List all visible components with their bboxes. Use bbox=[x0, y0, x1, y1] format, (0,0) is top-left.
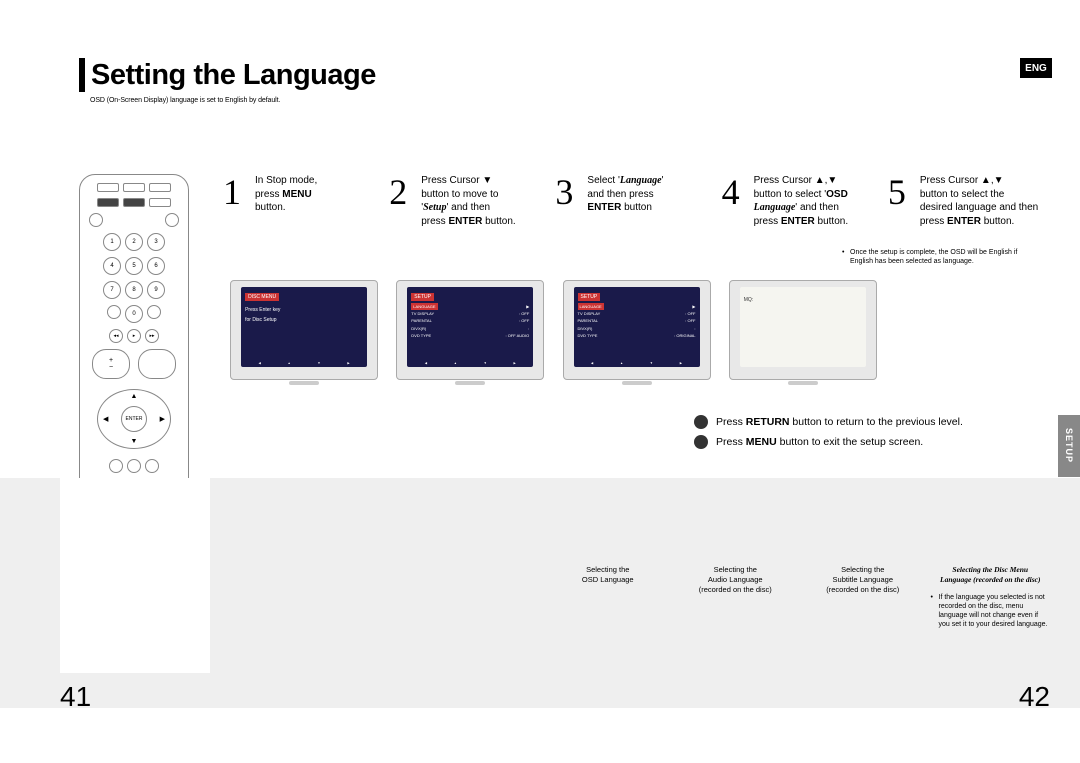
bullet-icon bbox=[694, 415, 708, 429]
subtitle: OSD (On-Screen Display) language is set … bbox=[90, 97, 280, 104]
remote-btn bbox=[107, 305, 121, 319]
footer-col-osd: Selecting theOSD Language bbox=[548, 565, 668, 629]
tuning-rocker bbox=[138, 349, 176, 379]
step-number: 3 bbox=[555, 174, 583, 234]
remote-mode-pill bbox=[97, 198, 119, 207]
footer-note: If the language you selected is not reco… bbox=[931, 593, 1051, 629]
down-arrow-icon: ▼ bbox=[131, 438, 138, 445]
remote-mode-pill bbox=[97, 183, 119, 192]
remote-mode-pill bbox=[149, 183, 171, 192]
remote-mode-pill bbox=[123, 183, 145, 192]
step-4: 4Press Cursor ▲,▼button to select 'OSDLa… bbox=[722, 174, 884, 380]
prev-icon: ◂◂ bbox=[109, 329, 123, 343]
footer-col-audio: Selecting theAudio Language(recorded on … bbox=[676, 565, 796, 629]
step-1: 1In Stop mode,press MENUbutton. DISC MENU… bbox=[223, 174, 385, 380]
step-text: Press Cursor ▲,▼button to select 'OSDLan… bbox=[754, 174, 849, 234]
remote-digit: 9 bbox=[147, 281, 165, 299]
hint-text: Press MENU button to exit the setup scre… bbox=[716, 436, 923, 448]
language-badge: ENG bbox=[1020, 58, 1052, 78]
play-icon: ▸ bbox=[127, 329, 141, 343]
title-block: Setting the Language bbox=[79, 58, 376, 92]
setup-side-tab: SETUP bbox=[1058, 415, 1080, 477]
tv-icon bbox=[165, 213, 179, 227]
remote-digit: 0 bbox=[125, 305, 143, 323]
remote-digit: 3 bbox=[147, 233, 165, 251]
step-number: 4 bbox=[722, 174, 750, 234]
hint-text: Press RETURN button to return to the pre… bbox=[716, 416, 963, 428]
footer-col-discmenu: Selecting the Disc MenuLanguage (recorde… bbox=[931, 565, 1051, 629]
step-text: In Stop mode,press MENUbutton. bbox=[255, 174, 317, 234]
hint-return: Press RETURN button to return to the pre… bbox=[694, 415, 1042, 429]
step-text: Select 'Language'and then pressENTER but… bbox=[587, 174, 663, 234]
remote-digit: 6 bbox=[147, 257, 165, 275]
remote-mode-pill bbox=[149, 198, 171, 207]
remote-btn bbox=[145, 459, 159, 473]
left-arrow-icon: ◀ bbox=[103, 415, 108, 423]
note-line-1: Once the setup is complete, the OSD will… bbox=[850, 249, 987, 256]
page-number-left: 41 bbox=[60, 681, 91, 713]
step-3: 3Select 'Language'and then pressENTER bu… bbox=[555, 174, 717, 380]
step-number: 1 bbox=[223, 174, 251, 234]
bullet-icon bbox=[694, 435, 708, 449]
step-text: Press Cursor ▲,▼button to select thedesi… bbox=[920, 174, 1038, 234]
tv-screenshot: SETUPLANGUAGE▶TV DISPLAY: OFFPARENTAL: O… bbox=[396, 280, 544, 380]
title-accent-bar bbox=[79, 58, 85, 92]
manual-spread: Setting the Language ENG OSD (On-Screen … bbox=[0, 0, 1080, 763]
page-number-right: 42 bbox=[1019, 681, 1050, 713]
step-2: 2Press Cursor ▼button to move to'Setup' … bbox=[389, 174, 551, 380]
footer-col-subtitle: Selecting theSubtitle Language(recorded … bbox=[803, 565, 923, 629]
enter-button: ENTER bbox=[121, 406, 147, 432]
next-icon: ▸▸ bbox=[145, 329, 159, 343]
tv-screenshot: SETUPLANGUAGE▶TV DISPLAY: OFFPARENTAL: O… bbox=[563, 280, 711, 380]
remote- btn bbox=[127, 459, 141, 473]
tv-screenshot: MQ: bbox=[729, 280, 877, 380]
volume-rocker: +− bbox=[92, 349, 130, 379]
right-arrow-icon: ▶ bbox=[160, 415, 165, 423]
completion-note: Once the setup is complete, the OSD will… bbox=[842, 248, 1030, 266]
remote-mode-pill bbox=[123, 198, 145, 207]
hint-box: Press RETURN button to return to the pre… bbox=[694, 415, 1042, 455]
remote-btn bbox=[147, 305, 161, 319]
power-icon bbox=[89, 213, 103, 227]
remote-digit: 2 bbox=[125, 233, 143, 251]
step-5: 5Press Cursor ▲,▼button to select thedes… bbox=[888, 174, 1050, 380]
remote-background-cutout bbox=[60, 478, 210, 673]
step-number: 2 bbox=[389, 174, 417, 234]
tv-screenshot: DISC MENUPress Enter keyfor Disc Setup◀▲… bbox=[230, 280, 378, 380]
page-title: Setting the Language bbox=[91, 59, 376, 92]
nav-pad: ▲ ▼ ◀ ▶ ENTER bbox=[97, 389, 171, 449]
remote-digit: 8 bbox=[125, 281, 143, 299]
remote-digit: 7 bbox=[103, 281, 121, 299]
remote-digit: 1 bbox=[103, 233, 121, 251]
remote-digit: 4 bbox=[103, 257, 121, 275]
hint-menu: Press MENU button to exit the setup scre… bbox=[694, 435, 1042, 449]
step-number: 5 bbox=[888, 174, 916, 234]
step-text: Press Cursor ▼button to move to'Setup' a… bbox=[421, 174, 516, 234]
footer-columns: Selecting theOSD Language Selecting theA… bbox=[548, 565, 1050, 629]
remote-digit: 5 bbox=[125, 257, 143, 275]
up-arrow-icon: ▲ bbox=[131, 393, 138, 400]
remote-btn bbox=[109, 459, 123, 473]
steps-row: 1In Stop mode,press MENUbutton. DISC MENU… bbox=[223, 174, 1050, 380]
